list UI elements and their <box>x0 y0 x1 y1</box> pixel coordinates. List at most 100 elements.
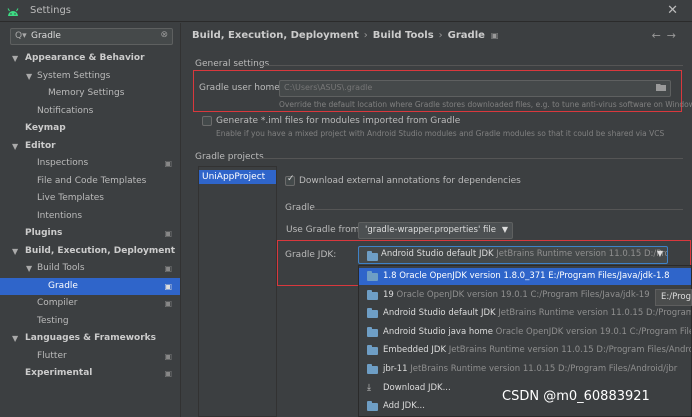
section-divider <box>263 65 683 66</box>
sidebar-item[interactable]: Live Templates <box>0 190 180 208</box>
gradle-jdk-combo[interactable]: Android Studio default JDK JetBrains Run… <box>358 246 668 264</box>
project-item[interactable]: UniAppProject <box>199 170 276 184</box>
expand-arrow-icon[interactable]: ▼ <box>12 330 18 348</box>
gradle-jdk-value-detail: JetBrains Runtime version 11.0.15 D:/Pro… <box>496 249 667 259</box>
window-title: Settings <box>30 5 72 16</box>
search-input[interactable]: Q▾ Gradle ⊗ <box>10 28 173 45</box>
use-gradle-from-value: 'gradle-wrapper.properties' file <box>365 225 496 235</box>
sidebar-item-label: Flutter <box>37 350 67 361</box>
expand-arrow-icon[interactable]: ▼ <box>12 50 18 68</box>
sidebar-item-label: Experimental <box>25 368 93 378</box>
jdk-option-name: Add JDK... <box>383 401 425 412</box>
sidebar-item[interactable]: ▼ Languages & Frameworks <box>0 330 180 348</box>
gradle-projects-list: UniAppProject <box>198 166 277 417</box>
clear-icon[interactable]: ⊗ <box>160 30 168 40</box>
project-config-icon: ▣ <box>164 281 172 291</box>
sidebar-item[interactable]: File and Code Templates <box>0 173 180 191</box>
folder-icon[interactable] <box>656 83 666 91</box>
sidebar-item-label: Plugins <box>25 228 63 238</box>
breadcrumb-item[interactable]: Build, Execution, Deployment <box>192 30 359 41</box>
sidebar-item-label: Build, Execution, Deployment <box>25 245 176 256</box>
jdk-option-label: Embedded JDK JetBrains Runtime version 1… <box>383 342 692 359</box>
expand-arrow-icon[interactable]: ▼ <box>26 260 32 278</box>
sidebar-item[interactable]: Experimental ▣ <box>0 365 180 383</box>
expand-arrow-icon[interactable]: ▼ <box>26 68 32 86</box>
sidebar-item[interactable]: Gradle ▣ <box>0 277 180 295</box>
folder-icon <box>367 326 378 337</box>
folder-icon <box>367 364 378 374</box>
jdk-option[interactable]: jbr-11 JetBrains Runtime version 11.0.15… <box>359 361 691 378</box>
sidebar-item[interactable]: ▼ System Settings <box>0 68 180 86</box>
download-annotations-checkbox[interactable] <box>285 174 295 186</box>
sidebar-item-label: Testing <box>37 315 69 326</box>
general-settings-header: General settings <box>195 59 270 69</box>
project-config-icon: ▣ <box>164 159 172 168</box>
sidebar-item[interactable]: Notifications <box>0 103 180 121</box>
project-config-icon: ▣ <box>164 369 172 378</box>
jdk-option-detail: Oracle OpenJDK version 1.8.0_371 E:/Prog… <box>399 271 670 281</box>
jdk-option[interactable]: Android Studio java home Oracle OpenJDK … <box>359 324 691 341</box>
jdk-option-name: Download JDK... <box>383 382 451 393</box>
forward-arrow-icon[interactable]: → <box>667 29 682 42</box>
search-icon: Q▾ <box>15 31 27 41</box>
sidebar-item-label: File and Code Templates <box>37 175 147 186</box>
jdk-option-detail: JetBrains Runtime version 11.0.15 D:/Pro… <box>410 364 678 374</box>
folder-icon <box>367 289 378 300</box>
jdk-option-name: 1.8 <box>383 271 397 281</box>
expand-arrow-icon[interactable]: ▼ <box>12 138 18 156</box>
jdk-option-label: Android Studio default JDK JetBrains Run… <box>383 305 692 322</box>
nav-buttons: ←→ <box>652 29 682 42</box>
gradle-home-label: Gradle user home: <box>199 83 283 93</box>
sidebar-item[interactable]: Plugins ▣ <box>0 225 180 243</box>
sidebar-item[interactable]: ▼ Editor <box>0 138 180 156</box>
sidebar-item[interactable]: ▼ Appearance & Behavior <box>0 50 180 68</box>
back-arrow-icon[interactable]: ← <box>652 29 667 42</box>
jdk-option[interactable]: Embedded JDK JetBrains Runtime version 1… <box>359 342 692 359</box>
sidebar-item-label: System Settings <box>37 70 111 81</box>
jdk-option[interactable]: Android Studio default JDK JetBrains Run… <box>359 305 692 322</box>
jdk-option-name: Android Studio default JDK <box>383 308 496 319</box>
jdk-option-detail: JetBrains Runtime version 11.0.15 D:/Pro… <box>448 345 692 356</box>
sidebar-item[interactable]: Flutter ▣ <box>0 348 180 366</box>
jdk-option[interactable]: 1.8 Oracle OpenJDK version 1.8.0_371 E:/… <box>359 268 691 285</box>
breadcrumb: Build, Execution, Deployment › Build Tools… <box>192 30 498 41</box>
project-config-icon: ▣ <box>164 264 172 273</box>
sidebar-item-label: Gradle <box>48 280 78 291</box>
project-config-icon: ▣ <box>164 299 172 308</box>
jdk-option[interactable]: 19 Oracle OpenJDK version 19.0.1 C:/Prog… <box>359 287 691 304</box>
gradle-projects-header: Gradle projects <box>195 152 264 162</box>
generate-iml-checkbox[interactable] <box>202 116 212 126</box>
jdk-option-label: 19 Oracle OpenJDK version 19.0.1 C:/Prog… <box>383 287 650 304</box>
sidebar-item[interactable]: Memory Settings <box>0 85 180 103</box>
sidebar-item[interactable]: Intentions <box>0 208 180 226</box>
sidebar-item[interactable]: Testing <box>0 313 180 331</box>
sidebar-item-label: Keymap <box>25 123 66 133</box>
section-divider <box>259 158 683 159</box>
breadcrumb-separator: › <box>363 30 368 41</box>
sidebar-item-label: Memory Settings <box>48 88 125 98</box>
gradle-home-value: C:\Users\ASUS\.gradle <box>284 83 373 92</box>
gradle-home-field[interactable]: C:\Users\ASUS\.gradle <box>279 80 671 97</box>
close-icon[interactable]: ✕ <box>667 3 678 18</box>
breadcrumb-item[interactable]: Build Tools <box>373 30 434 41</box>
sidebar-item[interactable]: Keymap <box>0 120 180 138</box>
gradle-jdk-value-name: Android Studio default JDK <box>381 249 494 259</box>
expand-arrow-icon[interactable]: ▼ <box>12 243 18 261</box>
use-gradle-from-combo[interactable]: 'gradle-wrapper.properties' file ▼ <box>358 222 513 239</box>
folder-icon <box>367 271 378 281</box>
sidebar-item[interactable]: Compiler ▣ <box>0 295 180 313</box>
sidebar-item[interactable]: Inspections ▣ <box>0 155 180 173</box>
gradle-jdk-value: Android Studio default JDK JetBrains Run… <box>381 249 667 259</box>
sidebar-item-label: Appearance & Behavior <box>25 53 145 63</box>
sidebar-item[interactable]: ▼ Build Tools ▣ <box>0 260 180 278</box>
jdk-option-label: Add JDK... <box>383 398 425 415</box>
project-config-icon: ▣ <box>490 31 499 40</box>
generate-iml-label: Generate *.iml files for modules importe… <box>216 116 461 126</box>
download-annotations-label: Download external annotations for depend… <box>299 176 521 186</box>
folder-icon <box>367 345 378 356</box>
jdk-option-label: Download JDK... <box>383 380 451 397</box>
jdk-option-detail: JetBrains Runtime version 11.0.15 D:/Pro… <box>498 308 692 319</box>
settings-sidebar: Q▾ Gradle ⊗ ▼ Appearance & Behavior ▼ Syste… <box>0 23 181 417</box>
main-panel: Build, Execution, Deployment › Build Tools… <box>181 23 692 417</box>
sidebar-item[interactable]: ▼ Build, Execution, Deployment <box>0 243 180 261</box>
